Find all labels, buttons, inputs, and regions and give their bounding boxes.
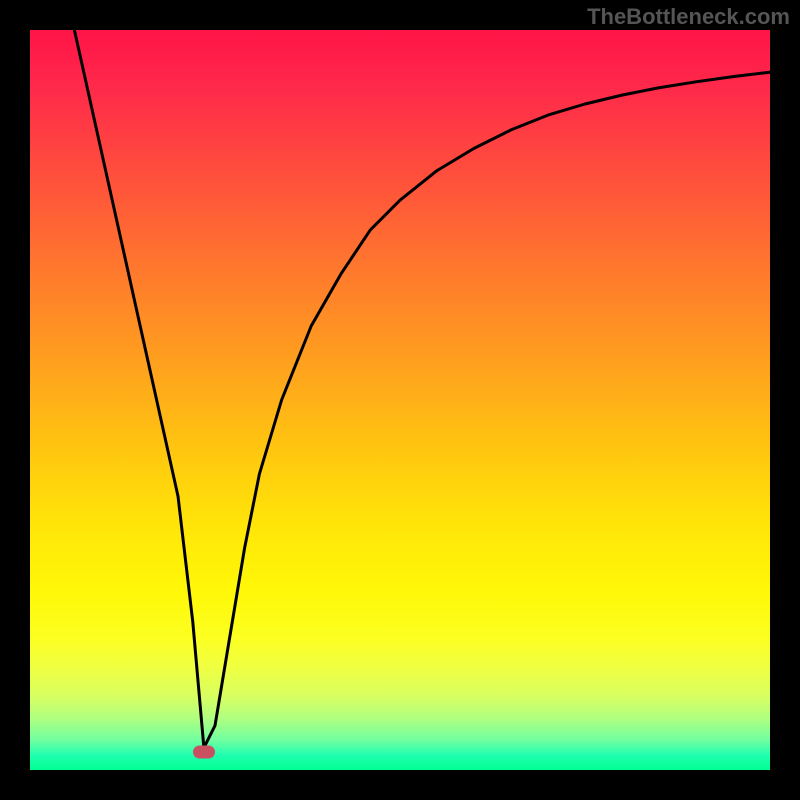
chart-container: TheBottleneck.com xyxy=(0,0,800,800)
curve-svg xyxy=(30,30,770,770)
plot-area xyxy=(30,30,770,770)
bottleneck-curve-line xyxy=(74,30,770,748)
watermark-text: TheBottleneck.com xyxy=(587,4,790,30)
minimum-marker xyxy=(193,745,215,758)
